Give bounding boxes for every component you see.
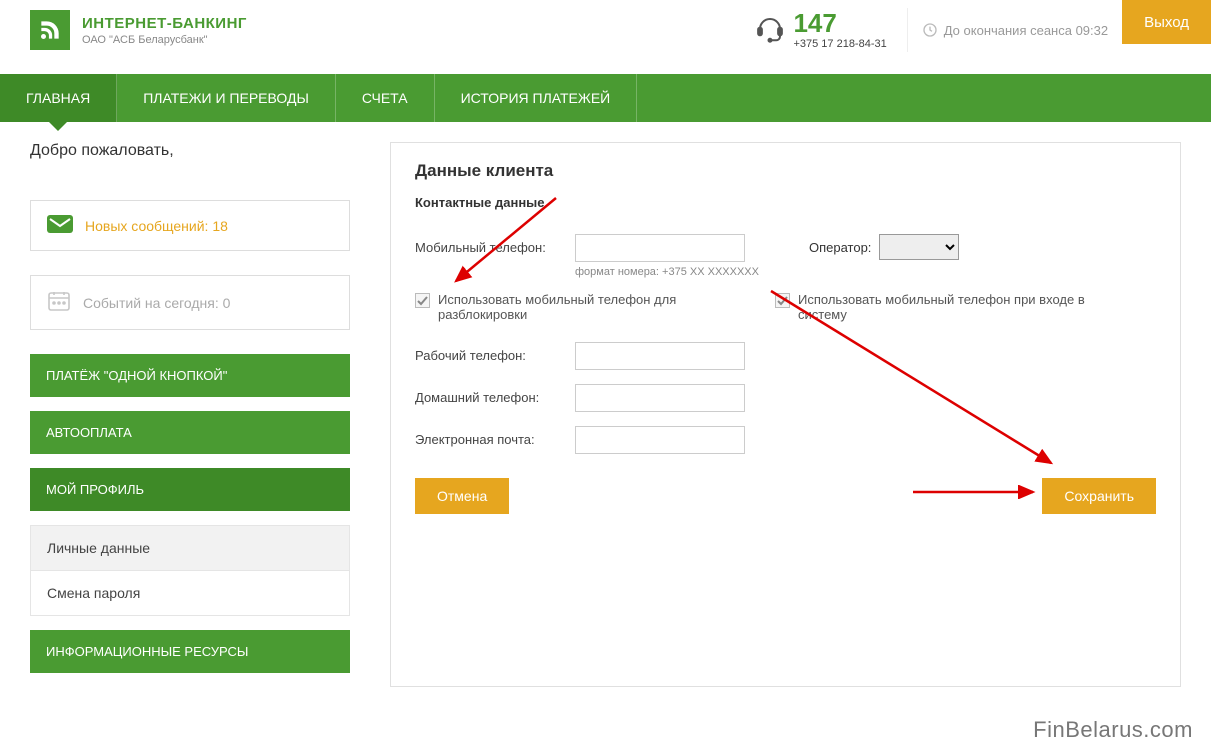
logo-icon [30, 10, 70, 50]
brand-subtitle: ОАО "АСБ Беларусбанк" [82, 34, 247, 46]
main-nav: ГЛАВНАЯ ПЛАТЕЖИ И ПЕРЕВОДЫ СЧЕТА ИСТОРИЯ… [0, 74, 1211, 122]
headset-icon [755, 14, 785, 47]
support-block: 147 +375 17 218-84-31 [755, 10, 886, 50]
events-pill[interactable]: Событий на сегодня: 0 [30, 275, 350, 330]
main-panel: Данные клиента Контактные данные Мобильн… [390, 142, 1181, 687]
brand-block: ИНТЕРНЕТ-БАНКИНГ ОАО "АСБ Беларусбанк" [82, 15, 247, 46]
home-phone-input[interactable] [575, 384, 745, 412]
check-icon [775, 293, 790, 308]
nav-home[interactable]: ГЛАВНАЯ [0, 74, 117, 122]
messages-pill[interactable]: Новых сообщений: 18 [30, 200, 350, 251]
sidebar-autopay[interactable]: АВТООПЛАТА [30, 411, 350, 454]
calendar-icon [47, 290, 71, 315]
operator-label: Оператор: [809, 240, 871, 255]
support-short-number: 147 [793, 10, 886, 36]
support-phone: +375 17 218-84-31 [793, 38, 886, 50]
nav-payments[interactable]: ПЛАТЕЖИ И ПЕРЕВОДЫ [117, 74, 336, 122]
mobile-label: Мобильный телефон: [415, 234, 565, 255]
operator-select[interactable] [879, 234, 959, 260]
email-input[interactable] [575, 426, 745, 454]
sidebar: Добро пожаловать, Новых сообщений: 18 Со… [30, 142, 350, 687]
clock-icon [922, 22, 938, 38]
nav-accounts[interactable]: СЧЕТА [336, 74, 435, 122]
section-title: Контактные данные [415, 195, 1156, 210]
sidebar-info-resources[interactable]: ИНФОРМАЦИОННЫЕ РЕСУРСЫ [30, 630, 350, 673]
mobile-input[interactable] [575, 234, 745, 262]
watermark: FinBelarus.com [1033, 717, 1193, 743]
mobile-hint: формат номера: +375 XX XXXXXXX [575, 266, 759, 278]
checkbox-login[interactable]: Использовать мобильный телефон при входе… [775, 292, 1095, 322]
home-phone-label: Домашний телефон: [415, 384, 565, 405]
sidebar-one-click-payment[interactable]: ПЛАТЁЖ "ОДНОЙ КНОПКОЙ" [30, 354, 350, 397]
header: ИНТЕРНЕТ-БАНКИНГ ОАО "АСБ Беларусбанк" 1… [0, 0, 1211, 60]
email-label: Электронная почта: [415, 426, 565, 447]
work-phone-input[interactable] [575, 342, 745, 370]
welcome-text: Добро пожаловать, [30, 142, 350, 160]
save-button[interactable]: Сохранить [1042, 478, 1156, 514]
nav-history[interactable]: ИСТОРИЯ ПЛАТЕЖЕЙ [435, 74, 638, 122]
envelope-icon [47, 215, 73, 236]
sidebar-personal-data[interactable]: Личные данные [30, 525, 350, 571]
cancel-button[interactable]: Отмена [415, 478, 509, 514]
checkbox-unlock[interactable]: Использовать мобильный телефон для разбл… [415, 292, 735, 322]
brand-title: ИНТЕРНЕТ-БАНКИНГ [82, 15, 247, 32]
work-phone-label: Рабочий телефон: [415, 342, 565, 363]
messages-label: Новых сообщений: 18 [85, 218, 228, 234]
sidebar-my-profile[interactable]: МОЙ ПРОФИЛЬ [30, 468, 350, 511]
session-timer: До окончания сеанса 09:32 [907, 8, 1122, 52]
check-icon [415, 293, 430, 308]
exit-button[interactable]: Выход [1122, 0, 1211, 44]
panel-title: Данные клиента [415, 161, 1156, 181]
events-label: Событий на сегодня: 0 [83, 295, 230, 311]
sidebar-change-password[interactable]: Смена пароля [30, 571, 350, 616]
